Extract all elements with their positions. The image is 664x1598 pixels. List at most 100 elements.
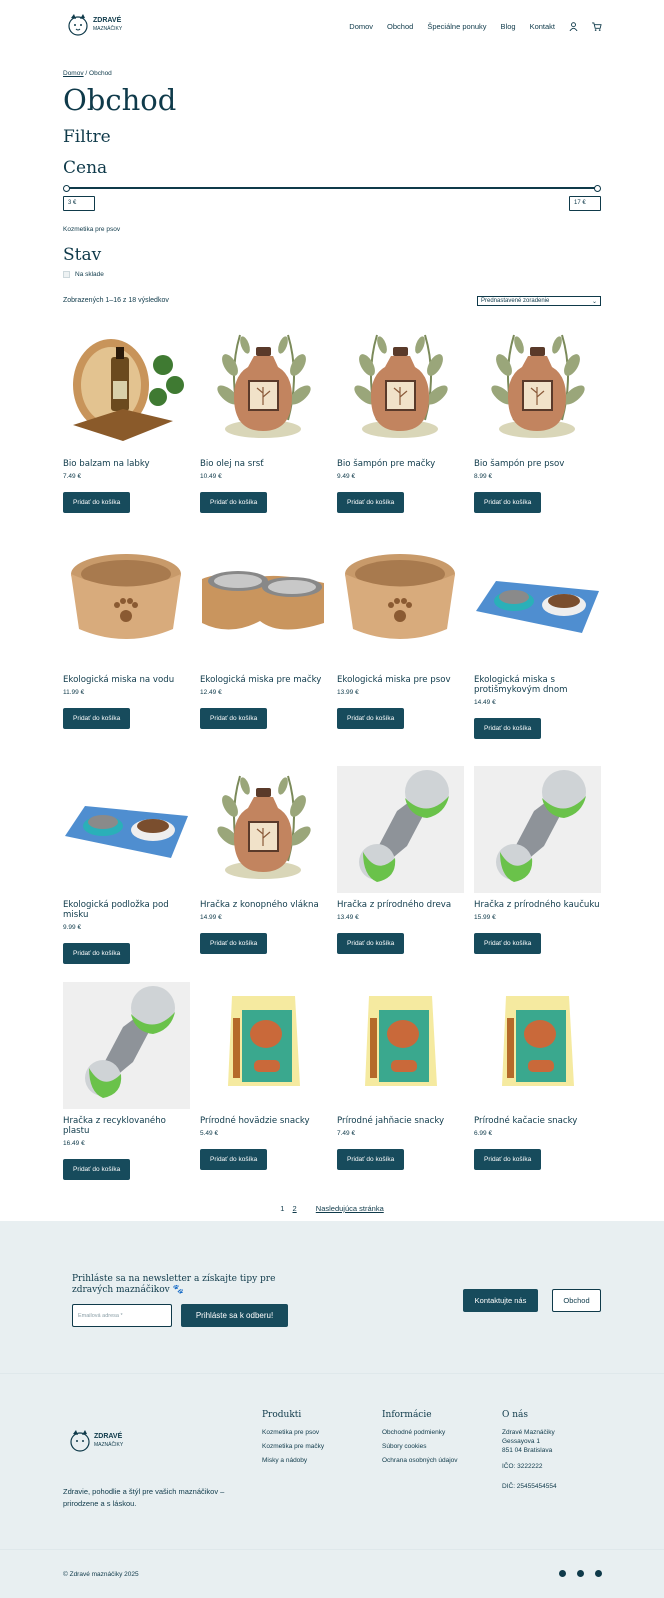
product-card[interactable]: Bio šampón pre psov 8.99 € Pridať do koš… <box>474 325 601 513</box>
product-image[interactable] <box>337 325 464 452</box>
email-field[interactable]: Emailová adresa * <box>72 1304 172 1327</box>
product-name[interactable]: Hračka z prírodného dreva <box>337 900 464 910</box>
shop-button[interactable]: Obchod <box>552 1289 601 1312</box>
cart-icon[interactable] <box>592 22 602 31</box>
add-to-cart-button[interactable]: Pridať do košíka <box>63 492 131 513</box>
product-card[interactable]: Hračka z recyklovaného plastu 16.49 € Pr… <box>63 982 190 1180</box>
add-to-cart-button[interactable]: Pridať do košíka <box>474 1149 542 1170</box>
product-card[interactable]: Prírodné hovädzie snacky 5.49 € Pridať d… <box>200 982 327 1170</box>
add-to-cart-button[interactable]: Pridať do košíka <box>63 943 131 964</box>
product-name[interactable]: Prírodné kačacie snacky <box>474 1116 601 1126</box>
product-name[interactable]: Ekologická miska pre psov <box>337 675 464 685</box>
footer-link[interactable]: Misky a nádoby <box>262 1457 324 1464</box>
add-to-cart-button[interactable]: Pridať do košíka <box>337 492 405 513</box>
product-name[interactable]: Ekologická miska na vodu <box>63 675 190 685</box>
youtube-icon[interactable] <box>595 1570 602 1577</box>
add-to-cart-button[interactable]: Pridať do košíka <box>63 1159 131 1180</box>
add-to-cart-button[interactable]: Pridať do košíka <box>337 1149 405 1170</box>
product-image[interactable] <box>337 766 464 893</box>
slider-min-handle[interactable] <box>63 185 70 192</box>
product-image[interactable] <box>63 766 190 893</box>
product-name[interactable]: Bio šampón pre mačky <box>337 459 464 469</box>
nav-home[interactable]: Domov <box>349 22 373 31</box>
product-card[interactable]: Bio balzam na labky 7.49 € Pridať do koš… <box>63 325 190 513</box>
product-image[interactable] <box>474 766 601 893</box>
product-card[interactable]: Bio olej na srsť 10.49 € Pridať do košík… <box>200 325 327 513</box>
sort-select[interactable]: Prednastavené zoradenie ⌄ <box>477 296 601 306</box>
instagram-icon[interactable] <box>577 1570 584 1577</box>
add-to-cart-button[interactable]: Pridať do košíka <box>200 492 268 513</box>
product-name[interactable]: Bio šampón pre psov <box>474 459 601 469</box>
footer-link[interactable]: Obchodné podmienky <box>382 1429 458 1436</box>
page-2[interactable]: 2 <box>293 1204 297 1213</box>
product-card[interactable]: Prírodné kačacie snacky 6.99 € Pridať do… <box>474 982 601 1170</box>
min-price-field[interactable]: 3 € <box>63 196 95 211</box>
footer-logo[interactable]: Zdravé Maznáčiky <box>69 1427 123 1455</box>
product-card[interactable]: Ekologická podložka pod misku 9.99 € Pri… <box>63 766 190 964</box>
product-card[interactable]: Ekologická miska s protišmykovým dnom 14… <box>474 541 601 739</box>
nav-contact[interactable]: Kontakt <box>530 22 555 31</box>
next-page-link[interactable]: Nasledujúca stránka <box>316 1204 384 1213</box>
add-to-cart-button[interactable]: Pridať do košíka <box>200 933 268 954</box>
nav-shop[interactable]: Obchod <box>387 22 413 31</box>
product-image[interactable] <box>337 541 464 668</box>
product-image[interactable] <box>474 982 601 1109</box>
product-image[interactable] <box>63 982 190 1109</box>
product-image[interactable] <box>474 325 601 452</box>
product-card[interactable]: Hračka z prírodného dreva 13.49 € Pridať… <box>337 766 464 954</box>
page-1[interactable]: 1 <box>280 1204 284 1213</box>
product-name[interactable]: Hračka z recyklovaného plastu <box>63 1116 190 1136</box>
product-image[interactable] <box>474 541 601 668</box>
add-to-cart-button[interactable]: Pridať do košíka <box>474 933 542 954</box>
in-stock-checkbox[interactable] <box>63 271 70 278</box>
product-name[interactable]: Ekologická miska pre mačky <box>200 675 327 685</box>
product-image[interactable] <box>63 325 190 452</box>
product-image[interactable] <box>63 541 190 668</box>
product-name[interactable]: Ekologická podložka pod misku <box>63 900 190 920</box>
product-image[interactable] <box>200 325 327 452</box>
footer-link[interactable]: Kozmetika pre mačky <box>262 1443 324 1450</box>
product-image[interactable] <box>200 982 327 1109</box>
facebook-icon[interactable] <box>559 1570 566 1577</box>
product-card[interactable]: Ekologická miska na vodu 11.99 € Pridať … <box>63 541 190 729</box>
slider-max-handle[interactable] <box>594 185 601 192</box>
product-card[interactable]: Hračka z prírodného kaučuku 15.99 € Prid… <box>474 766 601 954</box>
in-stock-filter[interactable]: Na sklade <box>63 271 601 278</box>
footer-link[interactable]: Kozmetika pre psov <box>262 1429 324 1436</box>
add-to-cart-button[interactable]: Pridať do košíka <box>337 933 405 954</box>
product-name[interactable]: Ekologická miska s protišmykovým dnom <box>474 675 601 695</box>
site-logo[interactable]: Zdravé Maznáčiky <box>67 12 122 38</box>
breadcrumb-home[interactable]: Domov <box>63 70 84 77</box>
contact-button[interactable]: Kontaktujte nás <box>463 1289 538 1312</box>
subscribe-button[interactable]: Prihláste sa k odberu! <box>181 1304 288 1327</box>
product-name[interactable]: Bio balzam na labky <box>63 459 190 469</box>
add-to-cart-button[interactable]: Pridať do košíka <box>200 1149 268 1170</box>
product-name[interactable]: Prírodné hovädzie snacky <box>200 1116 327 1126</box>
social-links <box>559 1570 602 1577</box>
account-icon[interactable] <box>569 22 578 31</box>
product-name[interactable]: Bio olej na srsť <box>200 459 327 469</box>
nav-blog[interactable]: Blog <box>501 22 516 31</box>
category-filter[interactable]: Kozmetika pre psov <box>63 226 601 233</box>
product-card[interactable]: Hračka z konopného vlákna 14.99 € Pridať… <box>200 766 327 954</box>
add-to-cart-button[interactable]: Pridať do košíka <box>474 492 542 513</box>
product-card[interactable]: Ekologická miska pre psov 13.99 € Pridať… <box>337 541 464 729</box>
product-card[interactable]: Prírodné jahňacie snacky 7.49 € Pridať d… <box>337 982 464 1170</box>
product-card[interactable]: Bio šampón pre mačky 9.49 € Pridať do ko… <box>337 325 464 513</box>
product-image[interactable] <box>200 541 327 668</box>
max-price-field[interactable]: 17 € <box>569 196 601 211</box>
product-name[interactable]: Hračka z konopného vlákna <box>200 900 327 910</box>
product-card[interactable]: Ekologická miska pre mačky 12.49 € Prida… <box>200 541 327 729</box>
add-to-cart-button[interactable]: Pridať do košíka <box>200 708 268 729</box>
nav-offers[interactable]: Špeciálne ponuky <box>427 22 486 31</box>
add-to-cart-button[interactable]: Pridať do košíka <box>337 708 405 729</box>
product-image[interactable] <box>200 766 327 893</box>
footer-link[interactable]: Súbory cookies <box>382 1443 458 1450</box>
add-to-cart-button[interactable]: Pridať do košíka <box>63 708 131 729</box>
footer-link[interactable]: Ochrana osobných údajov <box>382 1457 458 1464</box>
add-to-cart-button[interactable]: Pridať do košíka <box>474 718 542 739</box>
product-name[interactable]: Prírodné jahňacie snacky <box>337 1116 464 1126</box>
product-image[interactable] <box>337 982 464 1109</box>
product-name[interactable]: Hračka z prírodného kaučuku <box>474 900 601 910</box>
price-slider[interactable] <box>63 185 601 192</box>
